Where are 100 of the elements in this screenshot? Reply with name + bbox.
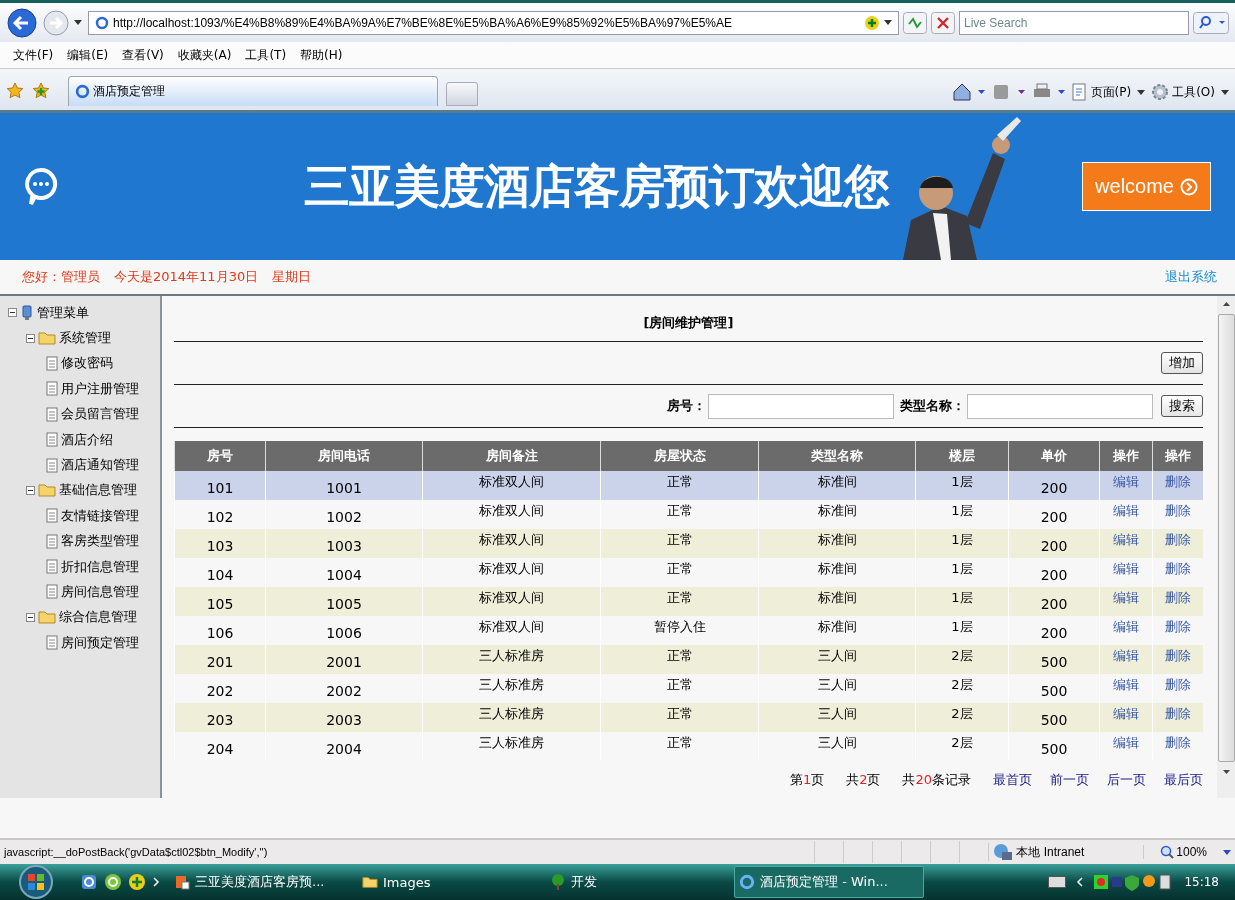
browser-tab[interactable]: 酒店预定管理: [68, 76, 438, 106]
weekday-text: 星期日: [272, 268, 312, 286]
address-field[interactable]: http://localhost:1093/%E4%B8%89%E4%BA%9A%E7%BE%8E%E5%BA%A6%E9%85%92%E5%BA%97%E5%AE: [88, 10, 899, 35]
table-cell: 103: [174, 529, 266, 558]
delete-link[interactable]: 删除: [1165, 735, 1191, 750]
pager-link[interactable]: 最后页: [1164, 771, 1203, 789]
keyboard-icon[interactable]: [1048, 876, 1067, 888]
table-row[interactable]: 203 2003 三人标准房 正常 三人间 2层 500 编辑 删除: [174, 703, 1203, 732]
collapse-icon[interactable]: [8, 308, 17, 318]
search-icon[interactable]: [1193, 11, 1229, 34]
home-icon[interactable]: [951, 82, 986, 102]
edit-link[interactable]: 编辑: [1113, 474, 1139, 489]
tree-item[interactable]: 基础信息管理: [59, 481, 137, 500]
table-row[interactable]: 103 1003 标准双人间 正常 标准间 1层 200 编辑 删除: [174, 529, 1203, 558]
table-cell: 三人标准房: [422, 645, 601, 674]
tree-item[interactable]: 酒店介绍: [61, 430, 113, 449]
chevron-icon[interactable]: [152, 877, 160, 887]
collapse-icon[interactable]: [26, 612, 35, 622]
security-zone: 本地 Intranet: [988, 843, 1144, 861]
edit-link[interactable]: 编辑: [1113, 503, 1139, 518]
add-button[interactable]: 增加: [1161, 352, 1203, 374]
edit-link[interactable]: 编辑: [1113, 590, 1139, 605]
zoom-level[interactable]: 100%: [1143, 845, 1223, 859]
dropdown-icon[interactable]: [884, 20, 892, 25]
scroll-up-icon[interactable]: [1222, 302, 1230, 306]
tree-item[interactable]: 管理菜单: [37, 303, 89, 322]
delete-link[interactable]: 删除: [1165, 561, 1191, 576]
search-input[interactable]: [708, 393, 894, 419]
scroll-down-icon[interactable]: [1222, 770, 1230, 774]
scrollbar[interactable]: [1217, 296, 1235, 798]
page-menu[interactable]: 页面(P): [1071, 83, 1132, 101]
menu-item[interactable]: 查看(V): [115, 44, 171, 66]
table-row[interactable]: 204 2004 三人标准房 正常 三人间 2层 500 编辑 删除: [174, 732, 1203, 761]
taskbar-button[interactable]: Images: [358, 868, 536, 896]
dropdown-icon[interactable]: [1221, 89, 1229, 95]
tools-menu[interactable]: 工具(O): [1151, 83, 1215, 101]
menu-item[interactable]: 工具(T): [238, 44, 294, 66]
edit-link[interactable]: 编辑: [1113, 561, 1139, 576]
delete-link[interactable]: 删除: [1165, 619, 1191, 634]
delete-link[interactable]: 删除: [1165, 706, 1191, 721]
pager-link[interactable]: 最首页: [993, 771, 1032, 789]
star-icon[interactable]: [6, 82, 24, 100]
tree-item[interactable]: 房间预定管理: [61, 633, 139, 652]
tree-item[interactable]: 酒店通知管理: [61, 456, 139, 475]
dropdown-icon[interactable]: [74, 20, 82, 25]
tree-item[interactable]: 客房类型管理: [61, 532, 139, 551]
tree-item[interactable]: 系统管理: [59, 329, 111, 348]
edit-link[interactable]: 编辑: [1113, 735, 1139, 750]
table-row[interactable]: 201 2001 三人标准房 正常 三人间 2层 500 编辑 删除: [174, 645, 1203, 674]
menu-item[interactable]: 文件(F): [6, 44, 61, 66]
tree-item[interactable]: 房间信息管理: [61, 583, 139, 601]
menu-item[interactable]: 收藏夹(A): [170, 44, 239, 66]
close-icon[interactable]: [931, 11, 955, 34]
search-input[interactable]: [967, 393, 1153, 419]
browser-icon[interactable]: [80, 873, 98, 891]
table-row[interactable]: 101 1001 标准双人间 正常 标准间 1层 200 编辑 删除: [174, 471, 1203, 500]
menu-item[interactable]: 编辑(E): [60, 44, 116, 66]
delete-link[interactable]: 删除: [1165, 590, 1191, 605]
delete-link[interactable]: 删除: [1165, 474, 1191, 489]
tree-item[interactable]: 用户注册管理: [61, 379, 139, 398]
edit-link[interactable]: 编辑: [1113, 677, 1139, 692]
delete-link[interactable]: 删除: [1165, 677, 1191, 692]
delete-link[interactable]: 删除: [1165, 503, 1191, 518]
add-favorite-icon[interactable]: [32, 82, 50, 100]
refresh-button[interactable]: [903, 11, 927, 34]
dropdown-icon[interactable]: [1137, 89, 1146, 95]
pager-link[interactable]: 后一页: [1107, 771, 1146, 789]
collapse-icon[interactable]: [26, 485, 35, 495]
logout-link[interactable]: 退出系统: [1165, 268, 1217, 286]
plus-icon[interactable]: [128, 873, 146, 891]
tree-item[interactable]: 友情链接管理: [61, 506, 139, 525]
tray-chevron-icon[interactable]: [1076, 877, 1085, 887]
edit-link[interactable]: 编辑: [1113, 532, 1139, 547]
folder-icon: [362, 875, 378, 889]
plus-icon[interactable]: [864, 14, 880, 31]
edit-link[interactable]: 编辑: [1113, 648, 1139, 663]
collapse-icon[interactable]: [26, 333, 35, 343]
menu-item[interactable]: 帮助(H): [293, 44, 350, 66]
tree-item[interactable]: 会员留言管理: [61, 405, 139, 424]
browser-icon[interactable]: [104, 873, 122, 891]
edit-link[interactable]: 编辑: [1113, 619, 1139, 634]
document-icon: [1071, 83, 1088, 101]
search-field[interactable]: Live Search: [959, 10, 1189, 35]
pager-link[interactable]: 前一页: [1050, 771, 1089, 789]
delete-link[interactable]: 删除: [1165, 532, 1191, 547]
document-icon: [46, 406, 58, 422]
document-icon: [46, 457, 58, 473]
tree-item[interactable]: 修改密码: [61, 354, 113, 373]
delete-link[interactable]: 删除: [1165, 648, 1191, 663]
table-row[interactable]: 105 1005 标准双人间 正常 标准间 1层 200 编辑 删除: [174, 587, 1203, 616]
column-header: 类型名称: [758, 441, 916, 471]
taskbar-button[interactable]: 开发: [546, 867, 724, 897]
tree-item[interactable]: 折扣信息管理: [61, 557, 139, 576]
edit-link[interactable]: 编辑: [1113, 706, 1139, 721]
dropdown-icon[interactable]: [1223, 849, 1231, 855]
taskbar-button[interactable]: 三亚美度酒店客房预...: [170, 867, 348, 897]
back-button[interactable]: [6, 6, 38, 39]
taskbar-button[interactable]: 酒店预定管理 - Win...: [734, 866, 924, 898]
tree-item[interactable]: 综合信息管理: [59, 608, 137, 627]
search-button[interactable]: 搜索: [1161, 395, 1203, 417]
